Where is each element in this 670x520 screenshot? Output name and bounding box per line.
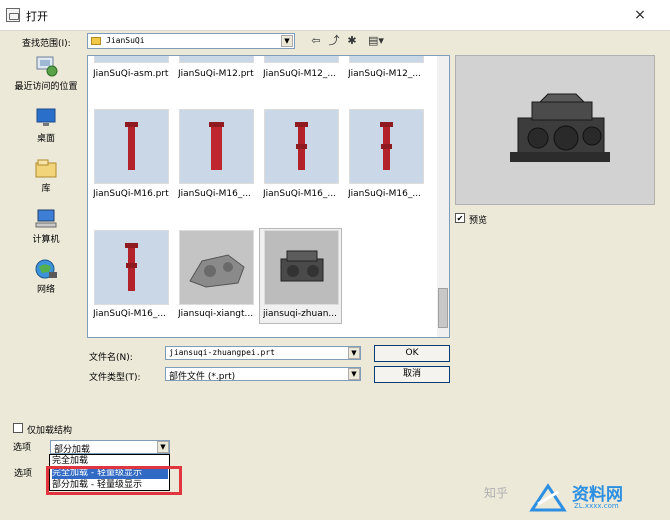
file-name[interactable]: JianSuQi-M16_... — [178, 189, 260, 199]
look-in-value: JianSuQi — [106, 36, 145, 45]
file-thumbnail[interactable] — [94, 230, 169, 305]
watermark-logo-icon — [529, 483, 567, 512]
place-label: 计算机 — [32, 235, 60, 245]
gearbox-preview-image — [510, 93, 610, 162]
library-icon — [35, 159, 57, 178]
chevron-down-icon[interactable]: ▼ — [157, 441, 169, 453]
filetype-select[interactable]: 部件文件 (*.prt) ▼ — [165, 367, 361, 382]
file-thumbnail[interactable] — [179, 109, 254, 184]
look-in-label: 查找范围(I): — [22, 39, 71, 49]
scrollbar-thumb[interactable] — [438, 288, 448, 328]
file-thumbnail[interactable] — [94, 109, 169, 184]
watermark-zhihu: 知乎 — [484, 486, 509, 500]
file-name[interactable]: JianSuQi-M12_... — [263, 69, 345, 79]
recent-places-icon — [36, 56, 58, 77]
file-name[interactable]: JianSuQi-M12_... — [348, 69, 430, 79]
filename-combobox[interactable]: jiansuqi-zhuangpei.prt ▼ — [165, 346, 361, 360]
places-bar: 最近访问的位置 桌面 库 计算机 网络 — [10, 50, 82, 330]
place-label: 库 — [41, 184, 51, 194]
bolt-icon — [350, 55, 423, 62]
file-name[interactable]: JianSuQi-M16_... — [93, 309, 175, 319]
bolt-icon — [209, 122, 224, 170]
bolt-icon — [265, 55, 338, 62]
place-label: 最近访问的位置 — [14, 82, 78, 92]
folder-icon — [91, 37, 101, 45]
file-name[interactable]: JianSuQi-M12.prt — [178, 69, 260, 79]
cancel-button[interactable]: 取消 — [374, 366, 450, 383]
annotation-highlight-box — [46, 466, 182, 495]
file-thumbnail[interactable] — [349, 55, 424, 63]
open-file-dialog: 打开 × 查找范围(I): JianSuQi ▼ ⇦ ⤴ ✱ ▤▾ 最近访问的位… — [0, 0, 670, 520]
bolt-icon — [295, 122, 308, 170]
bolt-icon — [125, 243, 138, 291]
chevron-down-icon[interactable]: ▼ — [348, 368, 360, 380]
filename-label: 文件名(N): — [89, 353, 133, 363]
title-bar: 打开 × — [0, 0, 670, 31]
file-thumbnail[interactable] — [264, 109, 339, 184]
look-in-combobox[interactable]: JianSuQi ▼ — [87, 33, 295, 49]
file-thumbnail[interactable] — [179, 56, 254, 63]
chevron-down-icon[interactable]: ▼ — [281, 35, 293, 47]
watermark: 知乎 资料网 ZL.xxxx.com — [480, 478, 665, 516]
housing-part-icon — [189, 254, 245, 288]
file-name[interactable]: JianSuQi-M16_... — [263, 189, 345, 199]
view-menu-button[interactable]: ▤▾ — [364, 34, 388, 48]
computer-icon — [35, 209, 57, 228]
chevron-down-icon[interactable]: ▼ — [348, 347, 360, 359]
preview-label: 预览 — [469, 216, 488, 226]
vertical-scrollbar[interactable] — [437, 56, 449, 337]
options-label-secondary: 选项 — [14, 469, 33, 479]
file-thumbnail[interactable] — [94, 56, 169, 63]
new-folder-button[interactable]: ✱ — [345, 34, 359, 48]
options-label: 选项 — [13, 443, 32, 453]
open-folder-icon — [6, 8, 20, 22]
filename-value: jiansuqi-zhuangpei.prt — [169, 348, 275, 357]
load-structure-label: 仅加载结构 — [27, 426, 73, 436]
file-thumbnail[interactable] — [179, 230, 254, 305]
place-label: 桌面 — [36, 134, 55, 144]
desktop-icon — [36, 108, 56, 126]
file-name[interactable]: JianSuQi-asm.prt — [93, 69, 175, 79]
options-select[interactable]: 部分加载 ▼ — [50, 440, 170, 455]
network-icon — [35, 259, 57, 279]
load-structure-checkbox[interactable] — [13, 423, 23, 433]
file-list[interactable]: JianSuQi-asm.prt JianSuQi-M12.prt JianSu… — [87, 55, 450, 338]
bolt-icon — [380, 122, 393, 170]
file-thumbnail[interactable] — [264, 230, 339, 305]
file-name[interactable]: JianSuQi-M16_... — [348, 189, 430, 199]
back-button[interactable]: ⇦ — [309, 34, 323, 48]
file-name[interactable]: Jiansuqi-xiangt... — [178, 309, 260, 319]
filetype-value: 部件文件 (*.prt) — [169, 372, 236, 382]
filetype-label: 文件类型(T): — [89, 373, 141, 383]
place-label: 网络 — [36, 285, 55, 295]
close-button[interactable]: × — [633, 8, 647, 22]
preview-panel — [455, 55, 655, 205]
gearbox-icon — [280, 250, 324, 282]
up-folder-button[interactable]: ⤴ — [327, 34, 341, 48]
file-name[interactable]: jiansuqi-zhuan... — [263, 309, 345, 319]
preview-checkbox[interactable]: ✔ — [455, 213, 465, 223]
file-thumbnail[interactable] — [264, 55, 339, 63]
ok-button[interactable]: OK — [374, 345, 450, 362]
file-name[interactable]: JianSuQi-M16.prt — [93, 189, 175, 199]
bolt-icon — [125, 122, 138, 170]
file-thumbnail[interactable] — [349, 109, 424, 184]
window-title: 打开 — [26, 10, 48, 23]
watermark-url: ZL.xxxx.com — [574, 502, 619, 510]
